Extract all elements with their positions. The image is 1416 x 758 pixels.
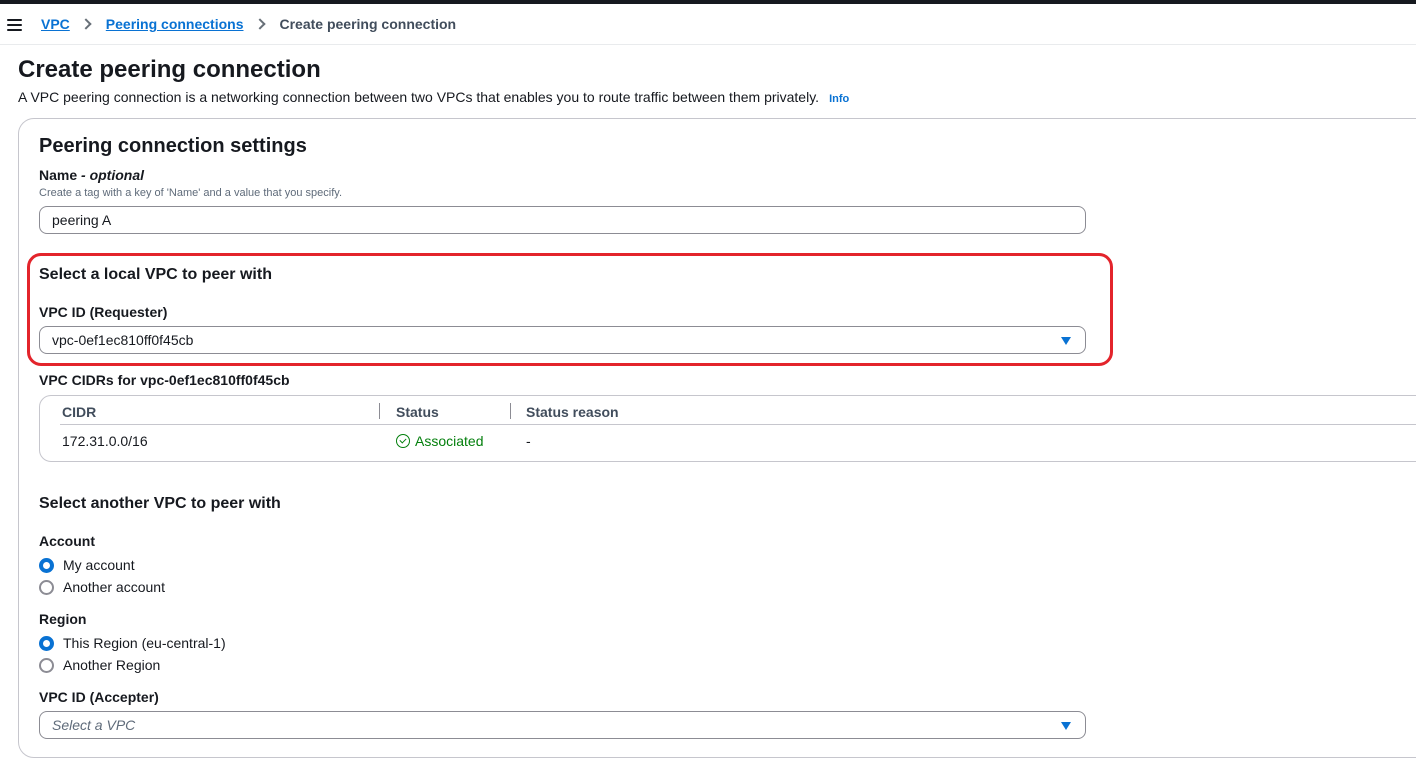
cidr-table: CIDR Status Status reason 172.31.0.0/16 … <box>39 395 1416 462</box>
radio-another-account[interactable]: Another account <box>39 579 165 595</box>
radio-button[interactable] <box>39 657 54 673</box>
page-title: Create peering connection <box>18 56 321 83</box>
status-check-icon <box>396 434 410 448</box>
name-input[interactable]: peering A <box>39 206 1086 234</box>
column-header-status[interactable]: Status <box>396 404 439 420</box>
vpc-accepter-select[interactable]: Select a VPC <box>39 711 1086 739</box>
radio-button[interactable] <box>39 579 54 595</box>
vpc-requester-value: vpc-0ef1ec810ff0f45cb <box>52 332 194 348</box>
caret-down-icon <box>1061 722 1071 730</box>
radio-label: My account <box>63 557 135 573</box>
vpc-accepter-placeholder: Select a VPC <box>52 717 136 733</box>
page-description-text: A VPC peering connection is a networking… <box>18 89 820 105</box>
region-label: Region <box>39 611 87 627</box>
table-header-divider <box>60 424 1416 425</box>
column-divider <box>510 403 511 419</box>
name-optional: - optional <box>81 167 145 183</box>
radio-my-account[interactable]: My account <box>39 557 135 573</box>
radio-another-region[interactable]: Another Region <box>39 657 160 673</box>
vpc-requester-select[interactable]: vpc-0ef1ec810ff0f45cb <box>39 326 1086 354</box>
name-label: Name - optional <box>39 167 144 183</box>
vpc-requester-label: VPC ID (Requester) <box>39 304 168 320</box>
breadcrumb-bar: VPC Peering connections Create peering c… <box>0 4 1416 45</box>
breadcrumb-peering-connections[interactable]: Peering connections <box>106 16 244 32</box>
column-divider <box>379 403 380 419</box>
name-hint: Create a tag with a key of 'Name' and a … <box>39 187 342 199</box>
local-vpc-heading: Select a local VPC to peer with <box>39 266 272 283</box>
breadcrumb-vpc[interactable]: VPC <box>41 16 70 32</box>
info-link[interactable]: Info <box>829 93 849 105</box>
account-label: Account <box>39 533 95 549</box>
cell-status: Associated <box>396 433 483 449</box>
column-header-status-reason[interactable]: Status reason <box>526 404 619 420</box>
radio-button-checked[interactable] <box>39 557 54 573</box>
breadcrumb: VPC Peering connections Create peering c… <box>41 16 456 32</box>
column-header-cidr[interactable]: CIDR <box>62 404 96 420</box>
radio-label: Another account <box>63 579 165 595</box>
radio-label: Another Region <box>63 657 161 673</box>
menu-icon[interactable] <box>7 19 22 31</box>
page-description: A VPC peering connection is a networking… <box>18 89 849 105</box>
name-input-value: peering A <box>52 212 112 228</box>
radio-this-region[interactable]: This Region (eu-central-1) <box>39 635 226 651</box>
cell-status-reason: - <box>526 433 531 449</box>
cell-cidr: 172.31.0.0/16 <box>62 433 148 449</box>
radio-label: This Region (eu-central-1) <box>63 635 226 651</box>
breadcrumb-current: Create peering connection <box>279 16 457 32</box>
vpc-accepter-label: VPC ID (Accepter) <box>39 689 159 705</box>
another-vpc-heading: Select another VPC to peer with <box>39 495 281 512</box>
radio-button-checked[interactable] <box>39 635 54 651</box>
vpc-cidrs-label: VPC CIDRs for vpc-0ef1ec810ff0f45cb <box>39 372 290 388</box>
chevron-right-icon <box>80 18 92 30</box>
name-label-text: Name <box>39 167 78 183</box>
settings-title: Peering connection settings <box>39 135 307 157</box>
chevron-right-icon <box>253 18 266 30</box>
caret-down-icon <box>1061 337 1071 345</box>
status-text: Associated <box>415 433 484 449</box>
